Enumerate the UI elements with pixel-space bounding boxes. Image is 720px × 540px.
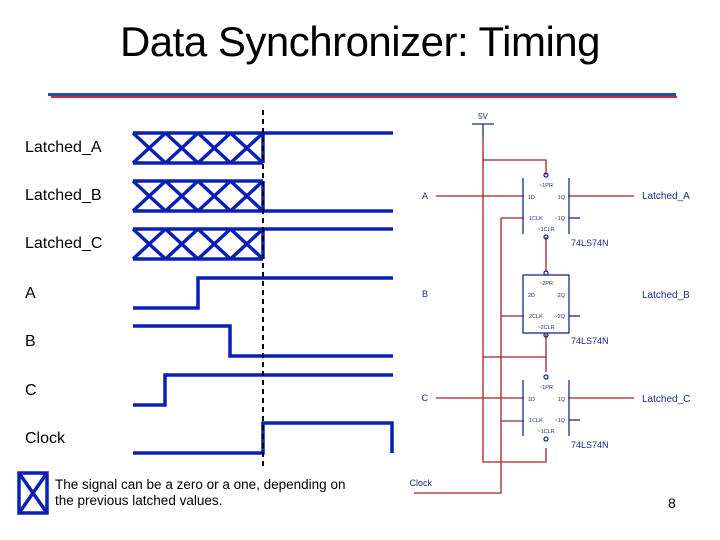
- pin-label-pr: ~2PR: [539, 281, 553, 287]
- pin-label-d: 2D: [528, 293, 535, 299]
- pin-label-clr: ~2CLR: [537, 325, 554, 331]
- pin-label-nq: ~1Q: [554, 216, 565, 222]
- pin-label-clr: ~1CLR: [537, 227, 554, 233]
- input-label-c: C: [422, 393, 429, 403]
- schematic: 5V A B C Clock Latched_A Latched_B Latched_C ~1P…: [409, 112, 690, 494]
- output-label-latched-a: Latched_A: [642, 191, 690, 202]
- pin-label-q: 1Q: [558, 397, 566, 403]
- preset-bubble: [543, 270, 549, 276]
- output-label-latched-c: Latched_C: [642, 394, 690, 405]
- clear-bubble: [543, 436, 549, 442]
- pin-label-pr: ~1PR: [539, 183, 553, 189]
- pin-label-clk: 1CLK: [529, 418, 543, 424]
- page-number: 8: [668, 495, 676, 511]
- supply-label: 5V: [478, 112, 488, 121]
- supply-rail: [482, 137, 547, 463]
- pin-label-q: 1Q: [558, 195, 566, 201]
- chip-part-number: 74LS74N: [571, 336, 609, 346]
- pr1-wire: [483, 159, 547, 175]
- pin-label-clr: ~1CLR: [537, 429, 554, 435]
- input-label-b: B: [422, 289, 428, 299]
- pin-label-d: 1D: [528, 195, 535, 201]
- pin-label-q: 2Q: [558, 293, 566, 299]
- input-label-clock: Clock: [409, 478, 432, 488]
- pin-label-nq: ~1Q: [554, 418, 565, 424]
- clock-rail: [414, 218, 502, 494]
- pin-label-nq: ~2Q: [554, 314, 565, 320]
- supply-symbol: [472, 123, 494, 137]
- pin-label-clk: 2CLK: [529, 314, 543, 320]
- pin-label-d: 1D: [528, 397, 535, 403]
- output-label-latched-b: Latched_B: [642, 290, 690, 301]
- pin-label-pr: ~1PR: [539, 385, 553, 391]
- preset-bubble: [543, 374, 549, 380]
- chip-part-number: 74LS74N: [571, 238, 609, 248]
- input-label-a: A: [422, 191, 428, 201]
- chip-part-number: 74LS74N: [571, 440, 609, 450]
- pin-label-clk: 1CLK: [529, 216, 543, 222]
